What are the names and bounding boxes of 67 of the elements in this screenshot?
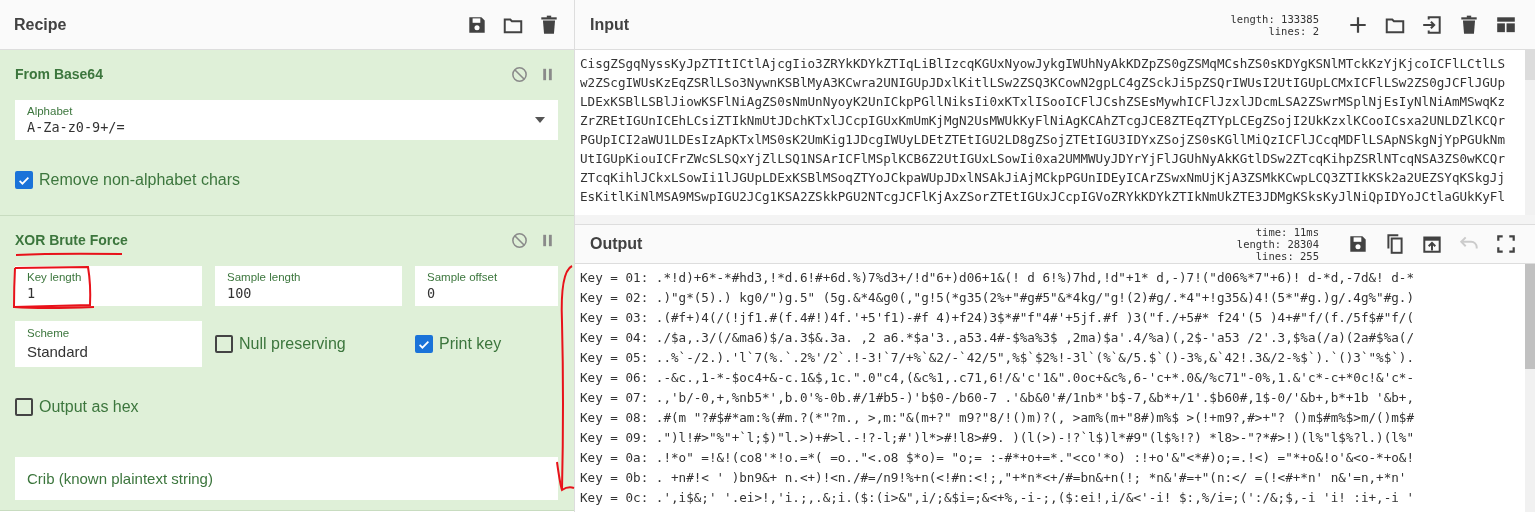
field-label: Key length [27, 270, 82, 284]
field-value: 1 [27, 284, 36, 302]
fullscreen-icon[interactable] [1495, 233, 1517, 255]
input-line: LDExKSBlLSBlJiowKSFlNiAgZS0sNmUnNyoyK2UnICkpPGllNiksIi0xKTxlISooICFlJCshZSEsMywhICFlJzxlJDcmLSA2ZSwrMSplNjEsIyNlNiAmMSwqKz [580, 93, 1505, 111]
stat-text: lines: 2 [1268, 24, 1319, 37]
output-line: Key = 08: .#(m "?#$#*am:%(#m.?(*"?m., >,m:"&(m+?" m9?"8/!()m)?(, >am%(m+"8#)m%$ >(!+m9?,#>+"? ()m$#m%$>m/()m$# [580, 409, 1415, 427]
output-line: Key = 0c: .',i$&;' '.ei>!,'i.;,.&;i.($:(i>&",i/;&$i=;&<+%,-i-;,($:ei!,i/&<'-i! $:,%/i=;(':/&;$,-i 'i! :i+,-i ' [580, 489, 1415, 507]
number-field[interactable]: Sample offset 0 [415, 266, 558, 306]
save-icon[interactable] [1347, 233, 1369, 255]
checkbox-label: Null preserving [239, 335, 346, 353]
field-label: Sample offset [427, 270, 498, 284]
panel-title: Recipe [14, 15, 67, 34]
caret-icon [535, 117, 545, 123]
text-field[interactable]: Crib (known plaintext string) [15, 457, 558, 500]
output-line: Key = 04: ./$a,.3/(/&ma6)$/a.3$&.3a. ,2 a6.*$a'3.,a53.4#-$%a%3$ ,2ma)$a'.4/%a)(,2$-'a53 /2'.3,$%a(/a)(2a#$%a(/ [580, 329, 1415, 347]
checkbox[interactable] [15, 171, 33, 189]
input-line: UtIGUpKiouICFrZWcSLSQxYjZlLSQ1NSArICFlMSplKCB6Z2UtIGUxLSowIi0xa2UMMWUyJDYrYjFlJGUhNyAkKGtlDSw2ZTcqKihpZSRlNTcqNSA3ZS0wKCQr [580, 150, 1505, 168]
dropdown-field[interactable]: Scheme Standard [15, 321, 202, 367]
operation-title: XOR Brute Force [15, 232, 128, 248]
scrollbar[interactable] [1525, 264, 1535, 512]
prohibited-icon[interactable] [510, 230, 529, 250]
input-line: ZTcqKihlJCkxLSowIi1lJGUpLDExKSBlMSoqZTYoJCkpaWUpJDxlNSAkJiAjMCkpPGUnIDEyICArZSwxNmUjKjA3ZSMkKCwpLCQ3ZTIkKSk2a2UEZSYqKSkgJj [580, 169, 1505, 187]
field-value: Standard [27, 342, 88, 362]
stat-text: length: 28304 [1236, 238, 1319, 250]
trash-icon[interactable] [538, 13, 560, 36]
number-field[interactable]: Key length 1 [15, 266, 202, 306]
input-line: w2ZScgIWUsKzEqZSRlLSo3NywnKSBlMyA3KCwra2UNIGUpJDxlKitlLSw2ZSQ3KCowN2gpLC4gZSckJi5pZSQrIWUsI2UtIGUpLCMxICFlLSw2ZS0gJCFlJGUp [580, 74, 1505, 92]
stat-text: lines: 255 [1254, 250, 1319, 262]
checkbox-label: Print key [439, 335, 502, 353]
panel-title: Output [590, 235, 643, 253]
copy-icon[interactable] [1384, 233, 1406, 255]
arrow-into-box-icon[interactable] [1421, 13, 1443, 36]
arrow-out-of-box-icon[interactable] [1421, 233, 1443, 255]
dropdown-field[interactable]: Alphabet A-Za-z0-9+/= [15, 100, 558, 140]
checkbox[interactable] [215, 335, 233, 353]
checkbox-label: Remove non-alphabet chars [39, 171, 240, 189]
input-line: PGUpICI2aWU1LDEsIzApKTxlMS0sK2UmKig1JDcgIWUyLDEtZTEtIGU2LD8gZSojZTEtIGU3IDYxZSojZS0sKGllMiQzICFlJCcqMDFlLSApNSkgNjYpPGUkNm [580, 131, 1505, 149]
panel-title: Input [590, 15, 630, 34]
output-line: Key = 0a: .!*o" =!&!(co8'*!o.=*( =o.."<.o8 $*o)= "o;= :-#*+o+=*."<co'*o) :!+o'&"<*#)o;=.!<) ="*+o&!o'&<o-*+o&! [580, 449, 1415, 467]
output-line: Key = 05: ..%`-/2.).'l`7(%.`.2%'/2`.!-3!`7/+%`&2/-`42/5",%$`$2%!-3l`(%`&/5.$`()-3%,&`42!.3&/2-%$`).`()3`"%$`). [580, 349, 1415, 367]
output-line: Key = 01: .*!d)+6*-*#hd3,!*d.6!#+6d.%)7%d3+/!d"6+)d06+1&(! d 6!%)7hd,!d"+1* d,-)7!("d06%*7"+6)! d-*d,-7d&! d-* [580, 269, 1415, 287]
input-line: CisgZSgqNyssKyJpZTItICtlAjcgIio3ZRYkKDYkZTIqLiBlIzcqKGUxNyowJykgIWUhNyAkKDZpZS0gZSMqMCshZS0sKDYgKSNlMTckKzYjKjcoICFlLCtlLS [580, 55, 1505, 73]
checkbox[interactable] [15, 398, 33, 416]
number-field[interactable]: Sample length 100 [215, 266, 402, 306]
input-line: ZrZREtIGUnICEhLCsiZTIkNmUtJDchKTxlJCcpIGUxKmUmKjMgN2UsMWUkKyFlNiAgKCAhZTcgJCE8ZTEqZTYpLCEgZSojI2UkKzxlKCooICsxa2UNLDZlKCQr [580, 112, 1505, 130]
trash-icon[interactable] [1458, 13, 1480, 36]
output-line: Key = 03: .(#f+)4(/(!jf1.#(f.4#!)4f.'+5'f1)-#f 4)+f24)3$*#"f"4#'+5jf.#f )3("f./+5#* f24'(5 )4+#"f/(f./5f$#"f/( [580, 309, 1415, 327]
output-line: Key = 06: .-&c.,1-*-$oc4+&-c.1&$,1c.".0"c4,(&c%1,.c71,6!/&'c'1&".0oc+&c%,6-'c+*.0&/%c71"-0%,1.&'c*-c+*0c!&'c*- [580, 369, 1415, 387]
output-line: Key = 09: .")l!#>"%"+`l;$)"l.>)+#>l.-!?-l;#')l*>#!l8>#9. )(l(>)-!?`l$)l*#9"(l$%!?) *l8>-"?*#>!)(l%"l$%?l.)(l%" [580, 429, 1415, 447]
field-value: A-Za-z0-9+/= [27, 118, 125, 136]
checkbox[interactable] [415, 335, 433, 353]
output-line: Key = 0b: . +n#!< ' )bn9&+ n.<+)!<n./#=/n9!%+n(<!#n:<!;,"+*n*<+/#=bn&+n(!; *n&'#=+"(n:</ =(!<#+*n' n&'=n,+*n' [580, 469, 1407, 487]
field-label: Scheme [27, 326, 70, 340]
placeholder-text: Crib (known plaintext string) [27, 470, 214, 487]
operation-title: From Base64 [15, 66, 103, 82]
field-value: 0 [427, 284, 436, 302]
field-value: 100 [227, 284, 252, 302]
scrollbar[interactable] [1525, 50, 1535, 215]
input-line: EsKitlKiNlMSA9MSwpIGU2JCg1KSA2ZSkkPGU2NTcgJCFlKjAxZSorZTEtIGUxJCcpIGVoZRYkKDYkZTIkNmUkZTE3JDMgKSksKyJlNiQpIDYoJCtlaGUkKyFl [580, 188, 1505, 206]
field-label: Alphabet [27, 104, 73, 118]
field-label: Sample length [227, 270, 301, 284]
checkbox-label: Output as hex [39, 398, 139, 416]
stat-text: length: 133385 [1230, 12, 1319, 25]
output-line: Key = 02: .)"g*(5).) kg0/")g.5" (5g.&*4&g0(,"g!5(*g35(2%+"#g#5"&*4kg/"g!(2)#g/.*4"+!g35&)4!(5*"#g.)g/.4g%"#g.) [580, 289, 1415, 307]
prohibited-icon[interactable] [510, 64, 529, 84]
output-line: Key = 07: .,'b/-0,+,%nb5*',b.0'%-0b.#/1#b5-)'b$0-/b60-7 .'&b&0'#/1nb*'b$-7,&b*+/1'.$b60#,1$-0/'&b+,b*+1b '&b+, [580, 389, 1415, 407]
stat-text: time: 11ms [1254, 226, 1319, 238]
